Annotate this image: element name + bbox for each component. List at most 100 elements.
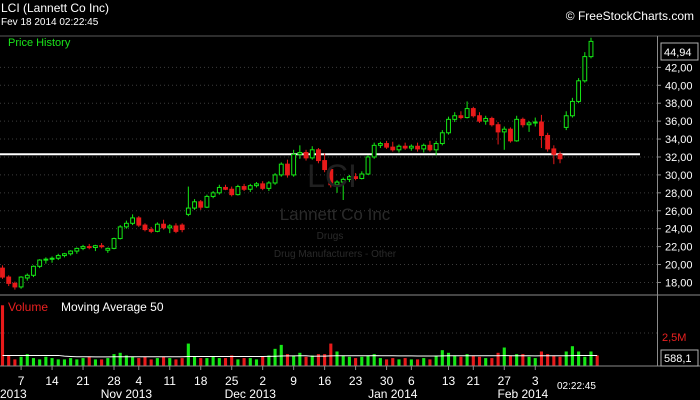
volume-bar [236,359,240,366]
x-tick-label: 21 [76,374,90,388]
volume-bar [180,358,184,366]
candle [216,184,222,195]
volume-bar [242,358,246,366]
volume-axis-label: 2,5M [662,332,686,344]
volume-bar [570,346,574,366]
x-tick-label: 21 [467,374,481,388]
candle [210,191,216,199]
candle [365,155,371,175]
volume-bar [440,350,444,366]
candle [390,141,396,152]
candle-body [173,225,179,232]
time-axis: 7 14 21 28 4 11 18 25 2 9 16 23 30 6 13 21 27 3 2013 Nov 20… [0,366,549,400]
candle-body [557,153,563,160]
x-tick-label: 6 [408,374,415,388]
y-tick-label: 30,00 [665,170,693,182]
x-tick-label: 23 [349,374,363,388]
candle [173,223,179,234]
volume-bar [131,356,135,366]
candle [254,182,259,188]
candle-body [254,183,259,187]
candle-body [439,132,445,145]
candle [111,237,117,250]
candle [185,186,191,217]
y-tick-label: 34,00 [665,134,693,146]
volume-bar [391,358,395,366]
candle [501,126,507,150]
x-tick-label: 18 [194,374,208,388]
candle-body [278,163,284,176]
x-tick-label: 14 [45,374,59,388]
volume-bar [112,354,116,366]
candle-body [551,148,557,155]
volume-bar [118,352,122,366]
candle-body [446,118,451,134]
candle [24,273,30,281]
candle-body [377,143,383,146]
candle-body [427,144,433,151]
candle-body [260,183,266,189]
volume-bar [341,355,345,366]
volume-bar [422,358,426,366]
candle [408,144,414,151]
candle [433,140,439,156]
candle [247,183,253,192]
candle [223,184,228,191]
candle [396,144,402,153]
candle-body [192,201,197,209]
volume-bar [558,356,562,366]
volume-bar [69,358,73,366]
candle-body [179,224,185,231]
candle-body [489,117,495,126]
candle [31,265,36,278]
candle-body [477,115,482,122]
watermark-sector: Drugs [316,231,344,242]
candle-body [49,257,55,260]
candle [229,186,235,197]
volume-bar [533,358,537,366]
volume-bar [248,358,252,366]
volume-bar [335,351,339,366]
volume-bar [385,359,389,366]
candle-body [266,182,272,189]
x-tick-label: 16 [318,374,332,388]
candle [99,243,105,249]
volume-bar [267,355,271,366]
candle-body [62,253,67,257]
volume-bar [366,355,370,366]
candle [569,97,575,118]
volume-bar [577,351,581,366]
candle [539,114,544,149]
volume-bar [273,348,277,366]
watermark-industry: Drug Manufacturers - Other [273,249,397,260]
candle [86,243,92,250]
volume-bar [0,305,5,366]
candle-body [297,152,303,155]
candle [272,173,278,185]
volume-bar [484,358,488,366]
candle [545,132,551,152]
candle-body [458,115,464,119]
candle-body [130,217,136,224]
candle-body [12,282,18,288]
candle-body [520,118,526,126]
candle-body [216,186,222,194]
volume-badge-label: 588,1 [664,353,692,365]
candle [470,106,476,118]
volume-bar [137,358,141,366]
volume-bar [508,355,513,366]
candle-body [68,250,74,255]
candle-body [198,201,204,208]
candle-body [408,145,414,149]
volume-bar [217,358,221,366]
candle [489,116,495,127]
volume-bar [50,358,54,366]
candle [520,117,526,128]
y-tick-label: 40,00 [665,80,693,92]
candle-body [483,117,489,122]
y-tick-label: 20,00 [665,260,693,272]
candle-body [495,124,501,133]
x-tick-label: 9 [290,374,297,388]
candle [117,225,123,240]
candle [495,122,501,145]
